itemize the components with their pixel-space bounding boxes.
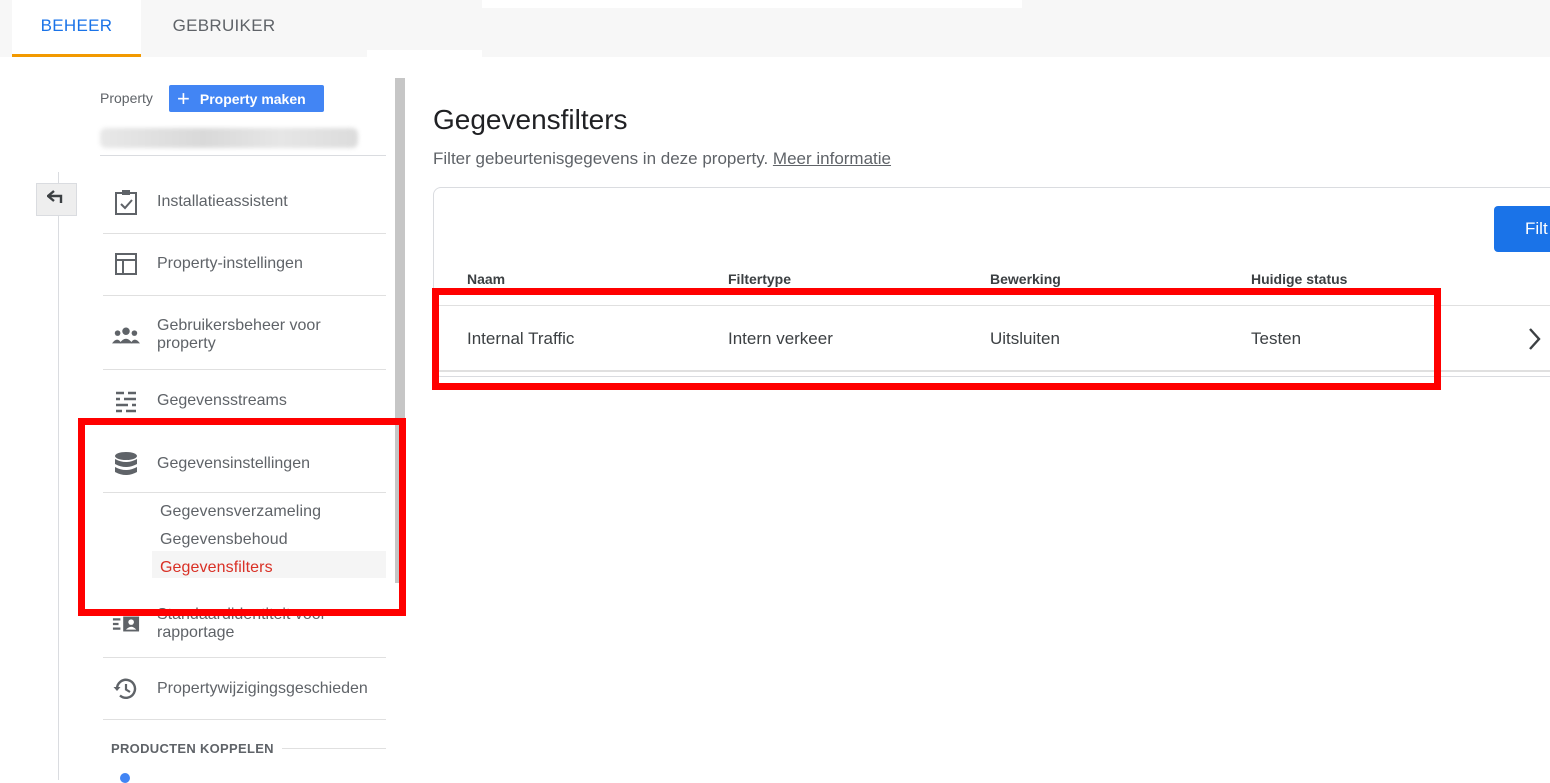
clipboard-check-icon xyxy=(112,189,140,215)
identity-icon xyxy=(112,614,140,634)
nav-item-label: Installatieassistent xyxy=(157,193,288,210)
cell-naam: Internal Traffic xyxy=(467,329,575,348)
divider xyxy=(103,233,386,234)
back-button[interactable] xyxy=(36,183,77,216)
people-icon xyxy=(112,325,140,345)
nav-item-gebruikersbeheer[interactable]: Gebruikersbeheer voor property xyxy=(103,314,386,356)
divider xyxy=(103,492,386,493)
back-arrow-icon xyxy=(45,190,67,209)
nav-item-property-instellingen[interactable]: Property-instellingen xyxy=(103,249,386,279)
nav-item-propertywijzigingsgeschiedenis[interactable]: Propertywijzigingsgeschieden xyxy=(103,674,386,704)
column-header-huidige-status[interactable]: Huidige status xyxy=(1251,271,1347,287)
nav-item-label: Property-instellingen xyxy=(157,255,303,272)
top-strip xyxy=(482,0,1022,8)
column-header-filtertype[interactable]: Filtertype xyxy=(728,271,791,287)
column-header-naam[interactable]: Naam xyxy=(467,271,505,287)
column-rail xyxy=(58,172,59,780)
property-label: Property xyxy=(100,90,153,106)
admin-left-panel xyxy=(10,57,410,780)
divider xyxy=(434,370,1550,372)
database-icon xyxy=(112,451,140,477)
create-property-label: Property maken xyxy=(199,90,306,107)
subitem-gegevensbehoud[interactable]: Gegevensbehoud xyxy=(160,531,288,549)
nav-item-label: Standaardidentiteit voor rapportage xyxy=(157,606,326,641)
left-panel-scrollbar[interactable] xyxy=(395,78,405,583)
property-selector-blurred[interactable] xyxy=(100,128,358,148)
history-icon xyxy=(112,677,140,701)
section-label-producten-koppelen: PRODUCTEN KOPPELEN xyxy=(111,741,274,756)
streams-icon xyxy=(112,389,140,413)
plus-icon: + xyxy=(177,85,190,111)
cell-huidige-status: Testen xyxy=(1251,329,1302,348)
layout-icon xyxy=(112,252,140,276)
create-property-button[interactable]: + Property maken xyxy=(169,85,324,112)
nav-item-label: Gegevensstreams xyxy=(157,392,287,409)
product-link-icon xyxy=(120,773,130,783)
column-header-bewerking[interactable]: Bewerking xyxy=(990,271,1061,287)
divider xyxy=(103,295,386,296)
divider xyxy=(103,657,386,658)
page-subtitle-text: Filter gebeurtenisgegevens in deze prope… xyxy=(433,149,769,168)
subitem-gegevensfilters[interactable]: Gegevensfilters xyxy=(160,559,273,577)
nav-item-label: Gegevensinstellingen xyxy=(157,455,310,472)
divider xyxy=(103,719,386,720)
nav-item-standaardidentiteit[interactable]: Standaardidentiteit voor rapportage xyxy=(103,603,386,645)
chevron-right-icon[interactable] xyxy=(1527,326,1543,357)
nav-item-installatieassistent[interactable]: Installatieassistent xyxy=(103,186,386,218)
cell-bewerking: Uitsluiten xyxy=(990,329,1060,348)
cell-filtertype: Intern verkeer xyxy=(728,329,833,348)
nav-item-gegevensinstellingen[interactable]: Gegevensinstellingen xyxy=(103,448,386,480)
subitem-gegevensverzameling[interactable]: Gegevensverzameling xyxy=(160,503,321,521)
learn-more-link[interactable]: Meer informatie xyxy=(773,149,891,168)
tab-beheer[interactable]: BEHEER xyxy=(12,0,141,57)
page-subtitle: Filter gebeurtenisgegevens in deze prope… xyxy=(433,149,891,169)
page-title: Gegevensfilters xyxy=(433,104,628,135)
nav-item-label: Gebruikersbeheer voor property xyxy=(157,317,321,352)
nav-item-label: Propertywijzigingsgeschieden xyxy=(157,680,368,697)
create-filter-button[interactable]: Filt xyxy=(1494,206,1550,252)
divider xyxy=(103,369,386,370)
tab-gap xyxy=(367,50,482,57)
nav-item-gegevensstreams[interactable]: Gegevensstreams xyxy=(103,386,386,416)
divider xyxy=(282,748,386,749)
divider xyxy=(100,155,386,156)
tab-gebruiker[interactable]: GEBRUIKER xyxy=(160,0,288,57)
